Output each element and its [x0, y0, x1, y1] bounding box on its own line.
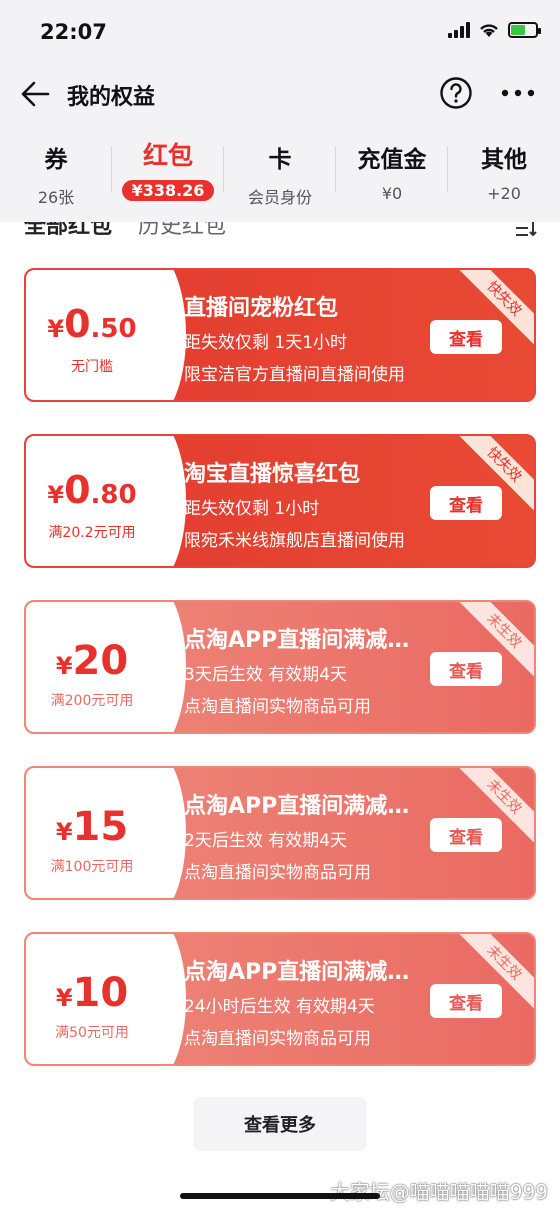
home-indicator[interactable] — [180, 1193, 380, 1199]
usage-condition: 满20.2元可用 — [48, 525, 136, 541]
tab-sub: 会员身份 — [247, 188, 312, 207]
status-ribbon: 未生效 — [458, 934, 534, 1010]
validity-text: 3天后生效 有效期4天 — [184, 665, 348, 685]
expiry-text: 距失效仅剩 1天1小时 — [184, 333, 348, 353]
battery-icon — [508, 22, 541, 38]
scope-text: 限宝洁官方直播间直播间使用 — [184, 365, 405, 385]
red-packet-card[interactable]: ¥20 满200元可用 点淘APP直播间满减… 3天后生效 有效期4天 点淘直播… — [24, 600, 536, 734]
red-packet-card[interactable]: ¥10 满50元可用 点淘APP直播间满减… 24小时后生效 有效期4天 点淘直… — [24, 932, 536, 1066]
tab-count: 26张 — [37, 188, 75, 207]
view-more-button[interactable]: 查看更多 — [194, 1097, 366, 1151]
tab-sub: +20 — [487, 184, 521, 203]
red-packet-amount: ¥20 — [55, 638, 129, 684]
more-dots-icon[interactable] — [500, 84, 536, 102]
tab-label: 红包 — [142, 141, 193, 170]
usage-condition: 满50元可用 — [55, 1025, 129, 1041]
status-ribbon-text: 未生效 — [458, 768, 534, 844]
status-ribbon-text: 快失效 — [458, 270, 534, 346]
status-ribbon: 未生效 — [458, 768, 534, 844]
filter-all-red-packets[interactable]: 全部红包 — [24, 222, 112, 240]
card-title: 点淘APP直播间满减… — [184, 628, 410, 653]
tab-others[interactable]: 其他 +20 — [448, 132, 560, 203]
red-packet-amount: ¥0.50 — [47, 302, 137, 346]
tab-cards[interactable]: 卡 会员身份 — [224, 132, 336, 208]
wifi-icon — [480, 24, 498, 37]
tab-label: 卡 — [268, 147, 292, 173]
status-ribbon-text: 未生效 — [458, 602, 534, 678]
filter-history-red-packets[interactable]: 历史红包 — [138, 222, 226, 240]
category-tabs: 券 26张 红包 ¥338.26 卡 会员身份 充值金 ¥0 其他 +20 — [0, 132, 560, 212]
header-area: 22:07 我的权益 券 26张 红包 ¥338.26 卡 会员身份 充值金 ¥… — [0, 0, 560, 222]
scope-text: 点淘直播间实物商品可用 — [184, 863, 371, 883]
scope-text: 限宛禾米线旗舰店直播间使用 — [184, 531, 405, 551]
card-title: 点淘APP直播间满减… — [184, 794, 410, 819]
nav-bar: 我的权益 — [0, 66, 560, 122]
filter-row: 全部红包 历史红包 — [0, 222, 560, 242]
status-ribbon-text: 未生效 — [458, 934, 534, 1010]
status-ribbon-text: 快失效 — [458, 436, 534, 512]
status-bar: 22:07 — [0, 0, 560, 64]
card-title: 直播间宠粉红包 — [184, 296, 339, 321]
red-packet-card[interactable]: ¥15 满100元可用 点淘APP直播间满减… 2天后生效 有效期4天 点淘直播… — [24, 766, 536, 900]
usage-condition: 满100元可用 — [50, 859, 134, 875]
red-packet-amount: ¥15 — [55, 804, 129, 850]
page-title: 我的权益 — [67, 85, 156, 110]
validity-text: 2天后生效 有效期4天 — [184, 831, 348, 851]
expiry-text: 距失效仅剩 1小时 — [184, 499, 320, 519]
status-time: 22:07 — [40, 20, 107, 44]
tab-recharge[interactable]: 充值金 ¥0 — [336, 132, 448, 203]
usage-condition: 无门槛 — [71, 359, 113, 375]
tab-label: 其他 — [481, 147, 527, 173]
status-icons — [448, 22, 541, 38]
status-ribbon: 快失效 — [458, 270, 534, 346]
arrow-left-icon[interactable] — [20, 80, 50, 108]
usage-condition: 满200元可用 — [50, 693, 134, 709]
list-filter-icon[interactable] — [514, 222, 538, 238]
red-packet-amount: ¥10 — [55, 970, 129, 1016]
scope-text: 点淘直播间实物商品可用 — [184, 697, 371, 717]
card-title: 淘宝直播惊喜红包 — [184, 462, 361, 487]
tab-label: 充值金 — [357, 147, 427, 173]
red-packet-card[interactable]: ¥0.80 满20.2元可用 淘宝直播惊喜红包 距失效仅剩 1小时 限宛禾米线旗… — [24, 434, 536, 568]
question-circle-icon[interactable] — [439, 76, 473, 110]
signal-icon — [448, 22, 470, 38]
status-ribbon: 快失效 — [458, 436, 534, 512]
tab-red-packets[interactable]: 红包 ¥338.26 — [112, 132, 224, 201]
status-ribbon: 未生效 — [458, 602, 534, 678]
tab-label: 券 — [44, 147, 68, 173]
red-packet-amount: ¥0.80 — [47, 468, 137, 512]
scope-text: 点淘直播间实物商品可用 — [184, 1029, 371, 1049]
red-packet-total-badge: ¥338.26 — [121, 180, 215, 201]
red-packet-card[interactable]: ¥0.50 无门槛 直播间宠粉红包 距失效仅剩 1天1小时 限宝洁官方直播间直播… — [24, 268, 536, 402]
watermark-text: 大家坛@喵喵喵喵喵999 — [329, 1180, 548, 1204]
validity-text: 24小时后生效 有效期4天 — [184, 997, 375, 1017]
card-title: 点淘APP直播间满减… — [184, 960, 410, 985]
tab-coupons[interactable]: 券 26张 — [0, 132, 112, 208]
tab-sub: ¥0 — [381, 184, 403, 203]
